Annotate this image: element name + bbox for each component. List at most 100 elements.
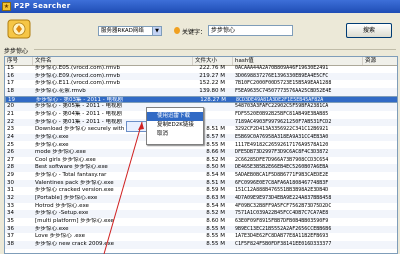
table-row[interactable]: 32 [Portable] 步步惊心.exe 8.63 M 4D7A09E9E973D… [5,195,397,203]
results-table[interactable]: 序号 文件名 文件大小 hash值 资源 15 步步惊心.E05.(vrocd.c… [4,56,398,254]
row-hash: 4D7A09E9E973D4EBA9E224A837BB8458 [235,195,332,202]
row-filename: 步步惊心 - Total fantasy.rar [35,172,107,179]
row-size: 8.55 M [206,233,225,240]
table-row[interactable]: 27 Cool girls 步步惊心.exe 8.52 M 2C66285DFE7D9… [5,156,397,165]
row-size: 8.54 M [206,172,225,179]
group-label: 步步惊心 [4,48,29,55]
row-filename: 步步惊心.E09.(vrocd.com).rmvb [35,72,121,79]
row-filename: Best software 步步惊心.exe [35,164,108,171]
menu-item-copy-ed2k[interactable]: 复制ED2K链接 [147,121,203,130]
row-num: 38 [7,240,14,247]
header-filename[interactable]: 文件名 [33,57,193,65]
row-hash: 3292CF2D413A3356922C341C12B6921 [235,126,329,133]
row-filename: 步步惊心.exe [35,225,69,232]
row-hash: F5EA9635C74507773576AA25CBD52E4E [235,87,332,94]
row-num: 33 [7,202,14,209]
row-hash: E5B69C0A76958A318EA9A31CC4EB3A0 [235,133,329,140]
row-hash: 7B10FC2000F00D5723E15B5A9EAA1288 [235,80,332,87]
row-hash: 2C66285DFE7D966A73B7908CCD3C654 [235,156,329,163]
table-row[interactable]: 29 步步惊心 - Total fantasy.rar 8.54 M 5ADAEB0B… [5,172,397,180]
app-icon: ★ [2,2,11,11]
row-hash: 7189AC4903F9979621250F7AB531FCD2 [235,118,332,125]
table-row[interactable]: 36 步步惊心.exe 8.55 M 9B9EC13EC21B5552A2AF2656… [5,225,397,234]
table-row[interactable]: 26 mode 步步惊心.exe 8.66 M DFE5DB73D2997F3D9C6… [5,149,397,157]
group-divider [34,49,396,50]
row-size: 8.52 M [206,156,225,163]
row-hash: 9B9EC13EC21B5552A2AF2656CCEBB6B6 [235,225,332,232]
row-filename: 步步惊心 -Setup.exe [35,210,89,217]
row-num: 29 [7,172,14,179]
row-num: 26 [7,149,14,156]
row-filename: [Portable] 步步惊心.exe [35,195,98,202]
table-row[interactable]: 38 步步惊心 new crack 2009.exe 8.55 M C1F5F824F… [5,240,397,249]
header-size[interactable]: 文件大小 [193,57,233,65]
row-size: 8.59 M [206,187,225,194]
row-size: 8.54 M [206,202,225,209]
row-num: 22 [7,118,14,125]
row-num: 18 [7,87,14,94]
row-hash: C1F5F824F5B0FDF38141EE016D333377 [235,240,332,247]
row-size: 219.27 M [199,72,225,79]
table-row[interactable]: 16 步步惊心.E09.(vrocd.com).rmvb 219.27 M 3D069… [5,72,397,81]
table-row[interactable]: 34 步步惊心 -Setup.exe 8.52 M 7571A1C039A22B45F… [5,210,397,218]
row-num: 15 [7,65,14,71]
table-row[interactable]: 28 Best software 步步惊心.exe 8.50 M DE465E3B5B… [5,164,397,173]
table-row[interactable]: 31 步步惊心 cracked version.exe 8.59 M 151C12A8… [5,187,397,195]
row-num: 28 [7,164,14,171]
row-size: 8.66 M [206,149,225,156]
row-num: 25 [7,141,14,148]
row-filename: Cool girls 步步惊心.exe [35,156,96,163]
row-num: 34 [7,210,14,217]
row-filename: [multi platform] 步步惊心.exe [35,218,114,224]
row-num: 20 [7,103,14,110]
row-hash: 7571A1C039A22B45FCC4DB7C7CA7AE8 [235,210,329,217]
menu-item-cancel[interactable]: 取消 [147,130,203,139]
table-row[interactable]: 35 [multi platform] 步步惊心.exe 8.60 M 63E0F09… [5,218,397,226]
table-row[interactable]: 17 步步惊心.E11.(vrocd.com).rmvb 152.22 M 7B10F… [5,80,397,88]
row-num: 32 [7,195,14,202]
table-row[interactable]: 37 Love 步步惊心 .exe 8.55 M 1A7E3D4E62FC8DAB77… [5,233,397,241]
row-num: 21 [7,110,14,117]
row-num: 37 [7,233,14,240]
row-hash: 548703A3FAFC22902C5F59BFA2381CA [235,103,329,110]
row-filename: Valentines pack 步步惊心.exe [35,179,114,186]
row-size: 8.50 M [206,164,225,171]
header-num[interactable]: 序号 [5,57,33,65]
row-size: 8.60 M [206,218,225,224]
chevron-down-icon[interactable]: ▼ [152,27,161,35]
row-num: 35 [7,218,14,224]
search-button[interactable]: 搜索 [346,23,392,38]
row-size: 139.80 M [199,87,225,94]
menu-item-thunder-download[interactable]: 使用迅雷下载 [147,112,203,121]
logo-icon [7,19,31,39]
row-hash: 0ACAAA44A2A70B809A46F19630E2491 [235,65,329,71]
row-filename: 步步惊心 cracked version.exe [35,187,114,194]
row-hash: 6FC0996E0E7C8AFA6A1808467748B3F [235,179,329,186]
keyword-input[interactable]: 步步惊心 [208,25,293,36]
server-select[interactable]: 服务器RKAD网络 ▼ [98,26,162,36]
server-select-value: 服务器RKAD网络 [101,28,144,34]
header-status[interactable]: 资源 [363,57,397,65]
header-hash[interactable]: hash值 [233,57,363,65]
row-num: 31 [7,187,14,194]
keyword-icon [174,27,180,34]
table-row[interactable]: 18 步步惊心.花絮.rmvb 139.80 M F5EA9635C745077735… [5,87,397,96]
table-row[interactable]: 19 步步惊心 - 第03集 - 2011 - 电视剧 128.27 M 8CD3DE… [5,95,397,104]
table-row[interactable]: 15 步步惊心.E05.(vrocd.com).rmvb 222.76 M 0ACAA… [5,65,397,73]
row-filename: Hotrod 步步惊心.exe [35,202,89,209]
row-num: 16 [7,72,14,79]
table-row[interactable]: 30 Valentines pack 步步惊心.exe 8.51 M 6FC0996E… [5,179,397,188]
row-num: 23 [7,126,14,133]
row-size: 8.55 M [206,240,225,247]
row-size: 8.63 M [206,195,225,202]
row-num: 17 [7,80,14,87]
row-hash: 1A7E3D4E62FC8DAB77E8A11B2EFB693 [235,233,329,240]
row-num: 27 [7,156,14,163]
row-filename: 步步惊心 new crack 2009.exe [35,240,114,247]
row-filename: 步步惊心.E11.(vrocd.com).rmvb [35,80,121,87]
row-hash: DFE5DB73D2997F3D9C6AC8F4C3D3872 [235,149,329,156]
table-row[interactable]: 33 Hotrod 步步惊心.exe 8.54 M 4F09BC32B8FF9A5FC… [5,202,397,211]
row-hash: 4F09BC32B8FF9A5FCF7562B73D75D2DC [235,202,332,209]
row-hash: 1117E49182C26592617176A9578A120 [235,141,329,148]
row-size: 8.51 M [206,179,225,186]
